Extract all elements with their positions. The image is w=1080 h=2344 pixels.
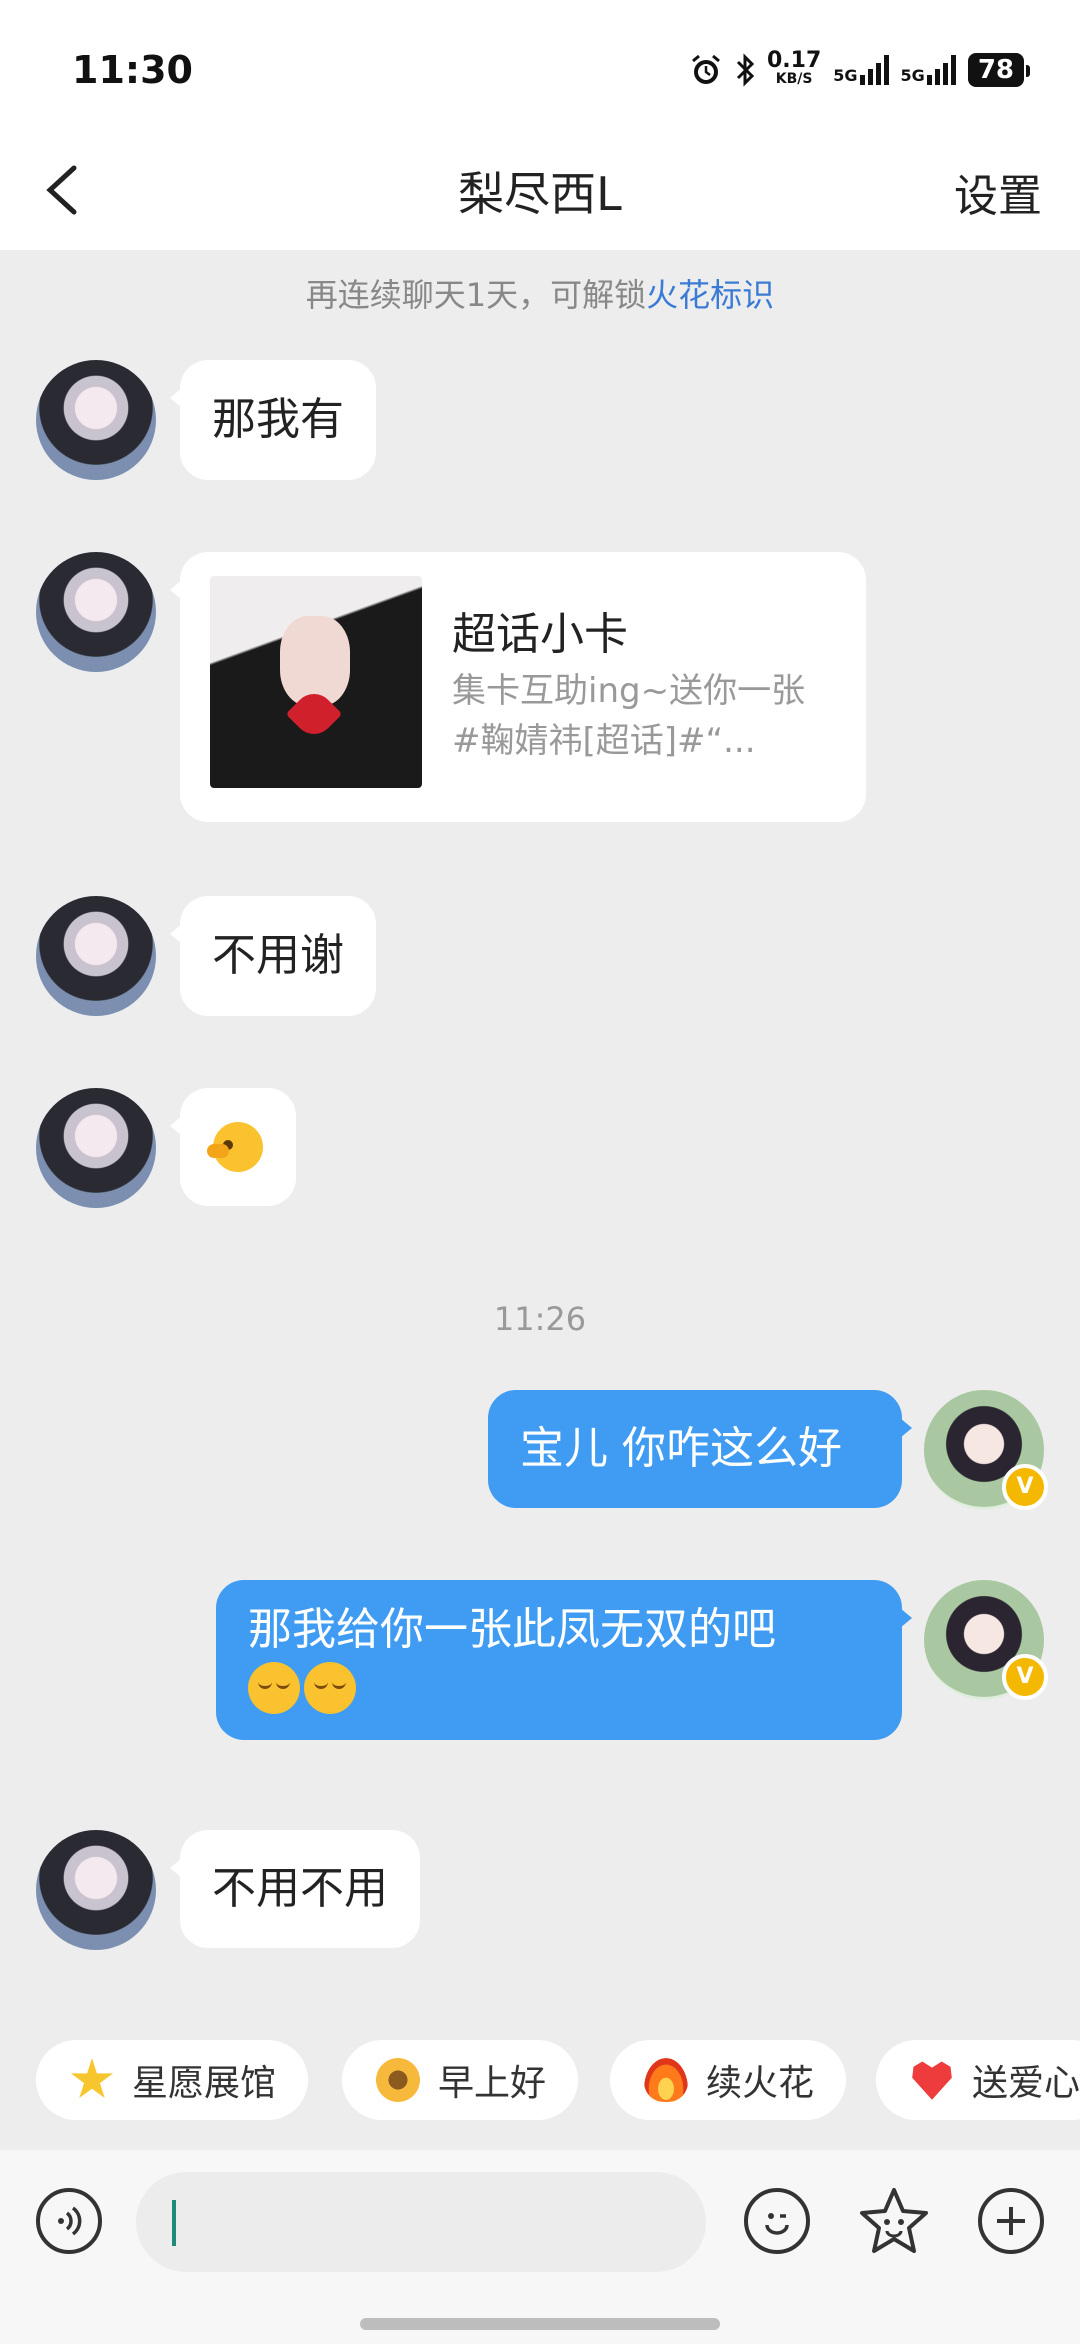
contact-avatar[interactable] [36, 896, 156, 1016]
signal-1-label: 5G [833, 66, 858, 85]
battery-indicator: 78 [967, 53, 1031, 87]
quick-reply-chip[interactable]: 早上好 [342, 2040, 579, 2120]
wink-emoji-icon [207, 1122, 263, 1172]
signal-bars-icon [926, 55, 956, 85]
alarm-icon [692, 54, 720, 84]
heart-icon [912, 2061, 952, 2100]
home-indicator[interactable] [360, 2318, 720, 2330]
more-button[interactable] [978, 2188, 1044, 2254]
top-bar: 11:30 0.17 KB/S 5G 5G 78 梨尽西L 设置 [0, 0, 1080, 250]
card-image [210, 576, 422, 788]
network-speed: 0.17 KB/S [767, 48, 822, 88]
fire-icon [644, 2058, 688, 2102]
shy-smile-emoji-icon [248, 1662, 300, 1714]
voice-icon [58, 2206, 82, 2236]
input-bar [0, 2150, 1080, 2344]
contact-avatar[interactable] [36, 360, 156, 480]
quick-reply-chip[interactable]: 星愿展馆 [36, 2040, 309, 2120]
emoji-face-icon [765, 2213, 789, 2235]
settings-button[interactable]: 设置 [954, 160, 1042, 224]
sticker-star-icon [860, 2188, 928, 2253]
spark-badge-link[interactable]: 火花标识 [646, 276, 774, 314]
spark-notice: 再连续聊天1天，可解锁火花标识 [0, 270, 1080, 316]
card-title: 超话小卡 [452, 609, 628, 660]
signal-2-label: 5G [900, 66, 925, 85]
quick-reply-bar: 星愿展馆 早上好 续火花 送爱心 [0, 2040, 1080, 2120]
plus-icon [997, 2207, 1025, 2235]
quick-reply-label: 送爱心 [972, 2063, 1080, 2104]
contact-avatar[interactable] [36, 1830, 156, 1950]
card-description: 集卡互助ing~送你一张#鞠婧祎[超话]#“... [452, 671, 806, 761]
shy-smile-emoji-icon [304, 1662, 356, 1714]
quick-reply-label: 星愿展馆 [132, 2063, 277, 2104]
network-speed-unit: KB/S [775, 71, 813, 87]
message-bubble-sent[interactable]: 那我给你一张此凤无双的吧 [216, 1580, 912, 1740]
card-image-face [280, 616, 350, 706]
voice-button[interactable] [36, 2188, 102, 2254]
bluetooth-icon [736, 53, 755, 87]
sunflower-icon [376, 2058, 420, 2102]
chat-title: 梨尽西L [458, 167, 622, 221]
message-timestamp: 11:26 [493, 1300, 587, 1338]
emoji-message-bubble[interactable] [170, 1088, 296, 1206]
quick-reply-label: 续火花 [706, 2063, 815, 2104]
signal-bars-icon [859, 55, 889, 85]
verified-badge-icon: V [1002, 1654, 1048, 1700]
message-input[interactable] [136, 2172, 706, 2272]
message-bubble[interactable]: 不用谢 [170, 896, 376, 1016]
sticker-button[interactable] [856, 2184, 932, 2260]
status-time: 11:30 [72, 48, 193, 92]
message-bubble[interactable]: 不用不用 [170, 1830, 420, 1948]
super-topic-card[interactable]: 超话小卡 集卡互助ing~送你一张#鞠婧祎[超话]#“... [170, 552, 866, 822]
message-text: 那我给你一张此凤无双的吧 [248, 1604, 776, 1655]
status-bar: 11:30 0.17 KB/S 5G 5G 78 [0, 0, 1080, 140]
signal-2: 5G [901, 55, 956, 85]
message-bubble[interactable]: 那我有 [170, 360, 376, 480]
contact-avatar[interactable] [36, 552, 156, 672]
emoji-button[interactable] [744, 2188, 810, 2254]
status-icons: 0.17 KB/S 5G 5G 78 [689, 48, 1031, 88]
quick-reply-chip[interactable]: 续火花 [610, 2040, 847, 2120]
signal-1: 5G [833, 55, 889, 85]
spark-notice-text: 再连续聊天1天，可解锁 [305, 276, 647, 314]
quick-reply-chip[interactable]: 送爱心 [876, 2040, 1080, 2120]
message-bubble-sent[interactable]: 宝儿 你咋这么好 [488, 1390, 912, 1508]
contact-avatar[interactable] [36, 1088, 156, 1208]
network-speed-value: 0.17 [767, 48, 822, 73]
quick-reply-label: 早上好 [438, 2063, 547, 2104]
text-cursor [172, 2200, 176, 2246]
nav-bar: 梨尽西L 设置 [0, 140, 1080, 250]
verified-badge-icon: V [1002, 1464, 1048, 1510]
star-icon [70, 2058, 114, 2099]
